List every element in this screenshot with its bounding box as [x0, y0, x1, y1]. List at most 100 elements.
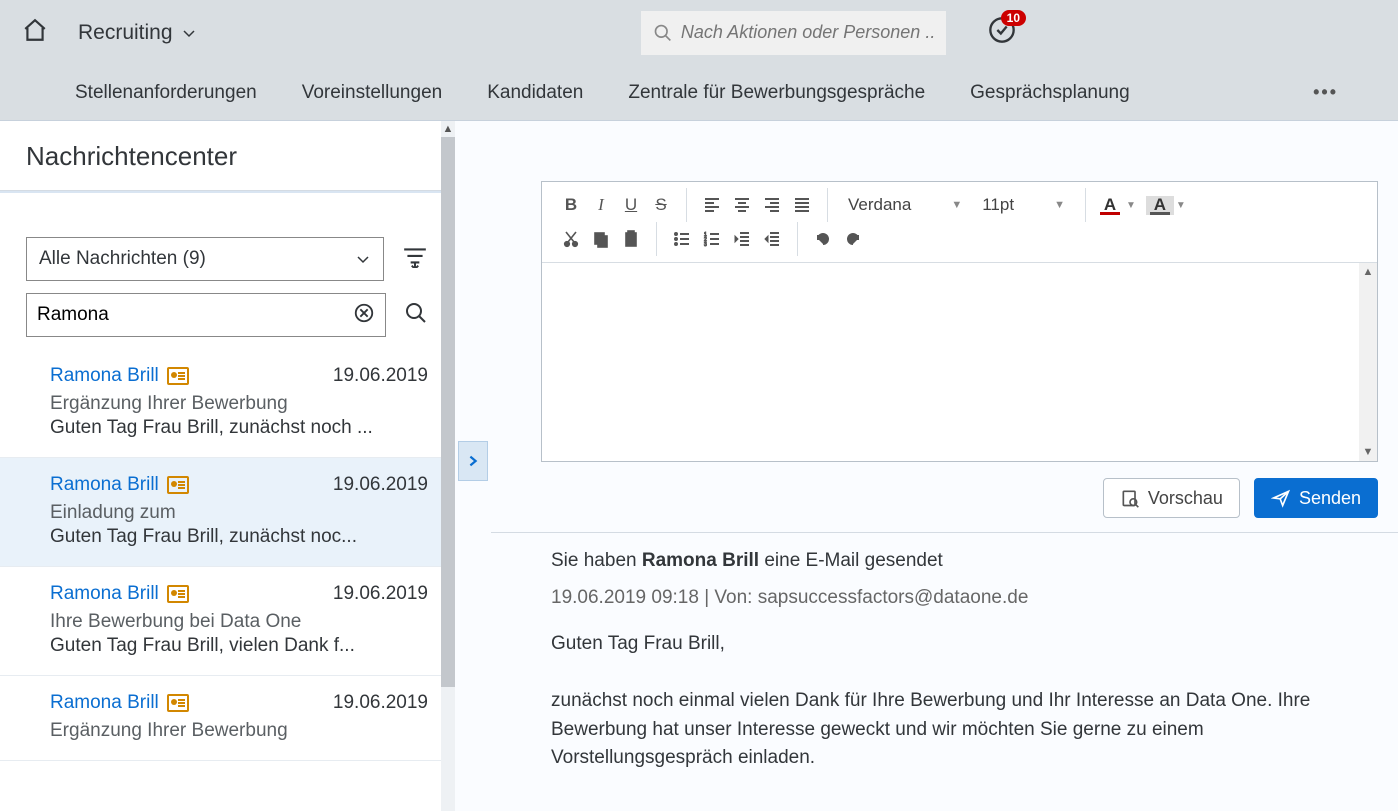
- cut-button[interactable]: [556, 225, 586, 253]
- underline-button[interactable]: U: [616, 191, 646, 219]
- outdent-button[interactable]: [727, 225, 757, 253]
- bullet-list-button[interactable]: [667, 225, 697, 253]
- chevron-down-icon: ▼: [1126, 200, 1136, 211]
- italic-button[interactable]: I: [586, 191, 616, 219]
- chevron-down-icon: [355, 251, 371, 267]
- module-label: Recruiting: [78, 21, 173, 45]
- sent-mail-header: Sie haben Ramona Brill eine E-Mail gesen…: [551, 547, 1338, 576]
- chevron-down-icon: [181, 25, 197, 41]
- indent-button[interactable]: [757, 225, 787, 253]
- message-sender[interactable]: Ramona Brill: [50, 474, 189, 496]
- message-filter-dropdown[interactable]: Alle Nachrichten (9): [26, 237, 384, 281]
- expand-handle[interactable]: [458, 441, 488, 481]
- sent-mail-meta: 19.06.2019 09:18 | Von: sapsuccessfactor…: [551, 584, 1338, 613]
- filter-settings-icon[interactable]: [402, 246, 428, 273]
- text-color-button[interactable]: A ▼: [1096, 196, 1136, 215]
- mail-greeting: Guten Tag Frau Brill,: [551, 630, 1338, 659]
- panel-splitter[interactable]: [455, 121, 491, 811]
- message-subject: Ergänzung Ihrer Bewerbung: [50, 393, 428, 415]
- align-justify-button[interactable]: [787, 191, 817, 219]
- align-center-button[interactable]: [727, 191, 757, 219]
- undo-button[interactable]: [808, 225, 838, 253]
- font-size-select[interactable]: 11pt▼: [972, 195, 1075, 215]
- top-bar: Recruiting 10: [0, 0, 1398, 65]
- scroll-down-arrow[interactable]: ▼: [1359, 443, 1377, 461]
- chevron-down-icon: ▼: [951, 199, 962, 211]
- tab-bar: Stellenanforderungen Voreinstellungen Ka…: [0, 65, 1398, 120]
- message-item[interactable]: Ramona Brill 19.06.2019 Einladung zum Gu…: [0, 458, 454, 567]
- bold-button[interactable]: B: [556, 191, 586, 219]
- message-date: 19.06.2019: [333, 583, 428, 605]
- tab-kandidaten[interactable]: Kandidaten: [487, 82, 583, 104]
- filter-label: Alle Nachrichten (9): [39, 248, 206, 270]
- message-sidebar: ▲ Nachrichtencenter Alle Nachrichten (9): [0, 121, 455, 811]
- clear-search-icon[interactable]: [353, 302, 375, 329]
- strikethrough-button[interactable]: S: [646, 191, 676, 219]
- align-left-button[interactable]: [697, 191, 727, 219]
- paste-button[interactable]: [616, 225, 646, 253]
- message-date: 19.06.2019: [333, 474, 428, 496]
- main-panel: B I U S Verdana▼ 11pt▼: [491, 121, 1398, 811]
- global-search[interactable]: [641, 11, 946, 55]
- tab-stellenanforderungen[interactable]: Stellenanforderungen: [75, 82, 257, 104]
- module-switcher[interactable]: Recruiting: [78, 21, 197, 45]
- message-subject: Ergänzung Ihrer Bewerbung: [50, 720, 428, 742]
- sidebar-scrollbar[interactable]: ▲: [441, 121, 455, 811]
- svg-text:3: 3: [704, 242, 707, 248]
- scroll-up-arrow[interactable]: ▲: [1359, 263, 1377, 281]
- message-date: 19.06.2019: [333, 365, 428, 387]
- chevron-down-icon: ▼: [1054, 199, 1065, 211]
- tab-zentrale[interactable]: Zentrale für Bewerbungsgespräche: [628, 82, 925, 104]
- tab-voreinstellungen[interactable]: Voreinstellungen: [302, 82, 443, 104]
- todo-badge: 10: [1001, 10, 1026, 26]
- editor-textarea[interactable]: ▲ ▼: [542, 263, 1377, 461]
- tab-overflow-icon[interactable]: •••: [1313, 82, 1338, 103]
- send-button[interactable]: Senden: [1254, 478, 1378, 518]
- home-icon[interactable]: [22, 17, 48, 48]
- message-item[interactable]: Ramona Brill 19.06.2019 Ihre Bewerbung b…: [0, 567, 454, 676]
- font-family-select[interactable]: Verdana▼: [838, 195, 972, 215]
- contact-card-icon: [167, 476, 189, 494]
- global-search-input[interactable]: [681, 22, 934, 43]
- contact-card-icon: [167, 367, 189, 385]
- editor-toolbar: B I U S Verdana▼ 11pt▼: [542, 182, 1377, 263]
- search-submit-icon[interactable]: [404, 301, 428, 330]
- content-area: ▲ Nachrichtencenter Alle Nachrichten (9): [0, 120, 1398, 811]
- preview-button[interactable]: Vorschau: [1103, 478, 1240, 518]
- editor-scrollbar[interactable]: ▲ ▼: [1359, 263, 1377, 461]
- rich-text-editor: B I U S Verdana▼ 11pt▼: [541, 181, 1378, 462]
- copy-button[interactable]: [586, 225, 616, 253]
- sidebar-title: Nachrichtencenter: [0, 121, 454, 191]
- message-item[interactable]: Ramona Brill 19.06.2019 Ergänzung Ihrer …: [0, 676, 454, 761]
- message-list: Ramona Brill 19.06.2019 Ergänzung Ihrer …: [0, 349, 454, 811]
- bg-color-button[interactable]: A ▼: [1146, 196, 1186, 215]
- chevron-down-icon: ▼: [1176, 200, 1186, 211]
- scroll-thumb[interactable]: [441, 137, 455, 687]
- todo-button[interactable]: 10: [988, 16, 1016, 49]
- align-right-button[interactable]: [757, 191, 787, 219]
- message-item[interactable]: Ramona Brill 19.06.2019 Ergänzung Ihrer …: [0, 349, 454, 458]
- chevron-right-icon: [466, 454, 480, 468]
- message-search-box[interactable]: [26, 293, 386, 337]
- message-sender[interactable]: Ramona Brill: [50, 692, 189, 714]
- number-list-button[interactable]: 123: [697, 225, 727, 253]
- message-date: 19.06.2019: [333, 692, 428, 714]
- contact-card-icon: [167, 694, 189, 712]
- tab-gespraechsplanung[interactable]: Gesprächsplanung: [970, 82, 1130, 104]
- contact-card-icon: [167, 585, 189, 603]
- scroll-up-arrow[interactable]: ▲: [441, 121, 455, 137]
- send-icon: [1271, 488, 1291, 508]
- message-preview: Guten Tag Frau Brill, zunächst noc...: [50, 526, 428, 548]
- action-row: Vorschau Senden: [491, 462, 1398, 532]
- message-preview: Guten Tag Frau Brill, zunächst noch ...: [50, 417, 428, 439]
- message-sender[interactable]: Ramona Brill: [50, 365, 189, 387]
- message-subject: Ihre Bewerbung bei Data One: [50, 611, 428, 633]
- message-search-input[interactable]: [37, 304, 345, 326]
- redo-button[interactable]: [838, 225, 868, 253]
- search-icon: [653, 22, 673, 44]
- message-preview: Guten Tag Frau Brill, vielen Dank f...: [50, 635, 428, 657]
- preview-icon: [1120, 488, 1140, 508]
- message-subject: Einladung zum: [50, 502, 428, 524]
- message-sender[interactable]: Ramona Brill: [50, 583, 189, 605]
- mail-body: zunächst noch einmal vielen Dank für Ihr…: [551, 687, 1338, 773]
